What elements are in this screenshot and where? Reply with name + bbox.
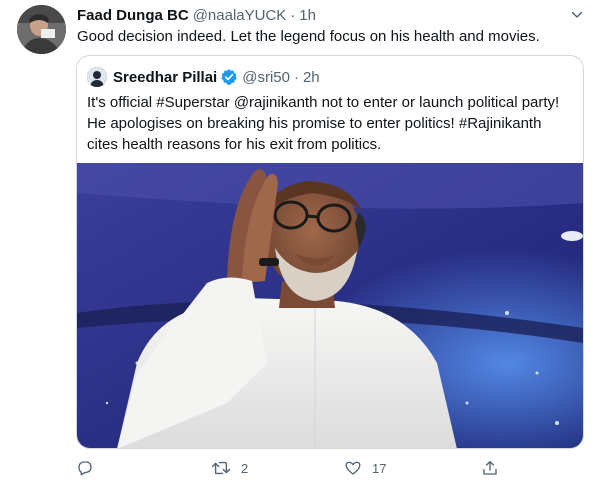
tweet-header: Faad Dunga BC @naalaYUCK · 1h <box>77 5 316 25</box>
quoted-avatar[interactable] <box>87 67 107 87</box>
timestamp[interactable]: 1h <box>299 7 316 24</box>
like-button[interactable]: 17 <box>344 457 386 479</box>
quoted-user-handle[interactable]: @sri50 <box>242 69 290 86</box>
tweet-media-photo[interactable] <box>77 163 583 448</box>
retweet-button[interactable]: 2 <box>211 457 248 479</box>
avatar-image <box>17 5 66 54</box>
display-name[interactable]: Faad Dunga BC <box>77 7 189 24</box>
quoted-tweet-header: Sreedhar Pillai @sri50 · 2h <box>87 66 320 88</box>
quoted-separator-dot: · <box>293 68 299 86</box>
share-button[interactable] <box>481 457 499 479</box>
retweet-icon <box>211 461 231 475</box>
quoted-tweet-text: It's official #Superstar @rajinikanth no… <box>87 92 577 155</box>
quoted-text-line: It's official #Superstar @rajinikanth no… <box>87 94 560 111</box>
tweet-text: Good decision indeed. Let the legend foc… <box>77 28 540 45</box>
caret-down-icon[interactable] <box>567 5 587 25</box>
quoted-tweet[interactable]: Sreedhar Pillai @sri50 · 2h It's officia… <box>76 55 584 449</box>
quoted-display-name[interactable]: Sreedhar Pillai <box>113 69 217 86</box>
quoted-text-line: cites health reasons for his exit from p… <box>87 136 382 153</box>
quoted-timestamp[interactable]: 2h <box>303 69 320 86</box>
like-icon <box>345 461 361 475</box>
tweet[interactable]: Faad Dunga BC @naalaYUCK · 1h Good decis… <box>0 0 594 483</box>
reply-button[interactable] <box>76 457 94 479</box>
retweet-count: 2 <box>241 460 249 476</box>
separator-dot: · <box>290 6 296 24</box>
quoted-text-line: He apologises on breaking his promise to… <box>87 115 542 132</box>
avatar[interactable] <box>17 5 66 54</box>
tweet-actions: 2 17 <box>76 457 506 479</box>
like-count: 17 <box>372 460 387 476</box>
user-handle[interactable]: @naalaYUCK <box>193 7 287 24</box>
reply-icon <box>78 461 92 476</box>
verified-badge-icon <box>220 68 238 86</box>
share-icon <box>483 460 497 475</box>
